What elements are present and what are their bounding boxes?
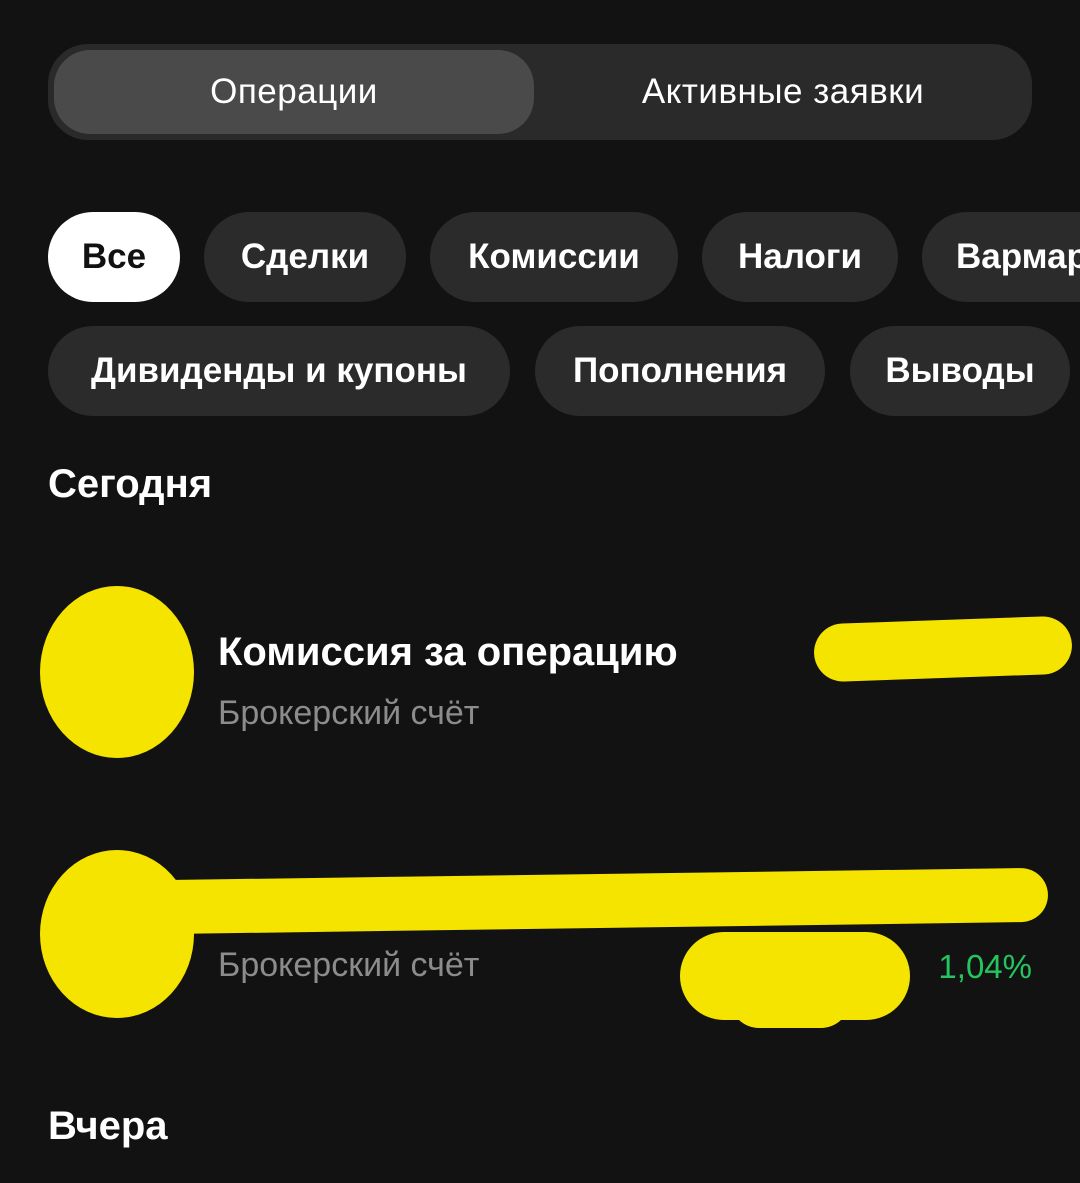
filter-chip-commissions[interactable]: Комиссии bbox=[430, 212, 678, 302]
tab-operations[interactable]: Операции bbox=[54, 50, 534, 134]
operation-avatar-icon bbox=[40, 586, 194, 758]
filter-chip-withdrawals[interactable]: Выводы bbox=[850, 326, 1070, 416]
operation-row[interactable]: Комиссия за операцию Брокерский счёт bbox=[0, 580, 1080, 780]
operation-change-percent: 1,04% bbox=[938, 948, 1032, 985]
operations-tab-switcher: Операции Активные заявки bbox=[48, 44, 1032, 140]
operation-account: Брокерский счёт bbox=[218, 694, 480, 732]
operation-avatar-icon bbox=[40, 850, 194, 1018]
filter-chip-deposits[interactable]: Пополнения bbox=[535, 326, 825, 416]
section-title-yesterday: Вчера bbox=[48, 1104, 168, 1148]
redacted-title bbox=[149, 867, 1049, 935]
redacted-amount bbox=[813, 615, 1073, 683]
redacted-amount-extra bbox=[730, 970, 850, 1028]
tab-active-orders[interactable]: Активные заявки bbox=[540, 50, 1026, 134]
section-title-today: Сегодня bbox=[48, 462, 213, 506]
operation-account: Брокерский счёт bbox=[218, 946, 480, 984]
filter-chip-dividends[interactable]: Дивиденды и купоны bbox=[48, 326, 510, 416]
operation-title: Комиссия за операцию bbox=[218, 630, 678, 674]
filter-chip-all[interactable]: Все bbox=[48, 212, 180, 302]
filter-chip-taxes[interactable]: Налоги bbox=[702, 212, 898, 302]
filter-chip-deals[interactable]: Сделки bbox=[204, 212, 406, 302]
operation-row[interactable]: Брокерский счёт 1,04% bbox=[0, 840, 1080, 1040]
filter-chip-varmargin[interactable]: Вармар bbox=[922, 212, 1080, 302]
